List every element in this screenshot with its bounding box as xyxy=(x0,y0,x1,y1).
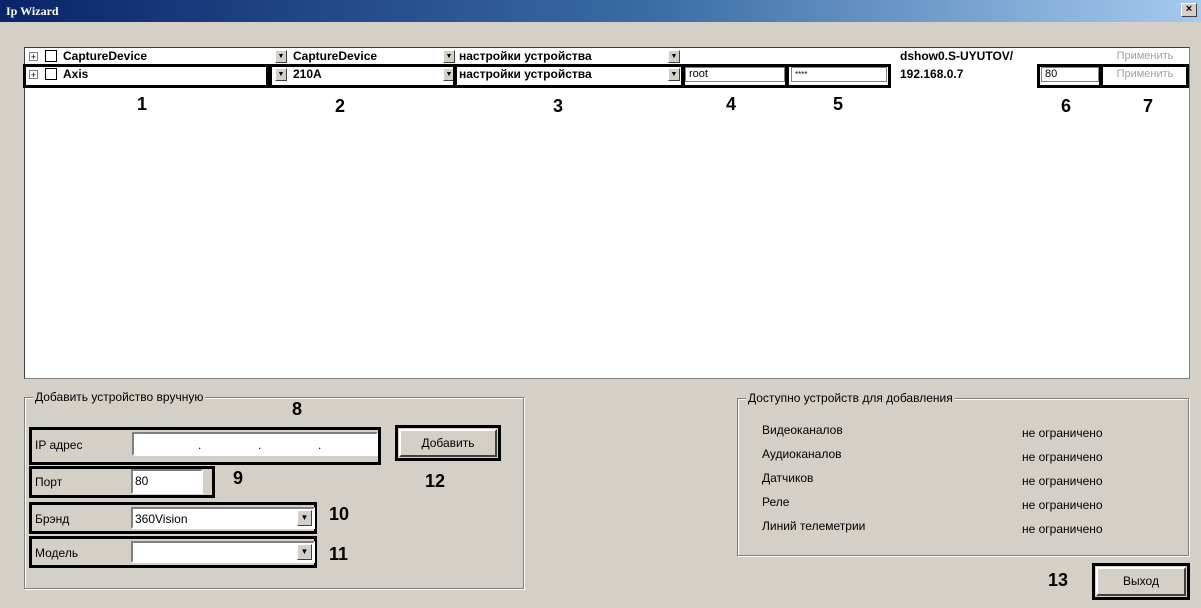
brand-select[interactable]: 360Vision ▼ xyxy=(131,507,315,529)
title-bar: Ip Wizard × xyxy=(0,0,1201,22)
ip-label: IP адрес xyxy=(35,438,83,452)
dropdown-arrow-icon[interactable]: ▼ xyxy=(668,50,680,63)
marker-8: 8 xyxy=(292,399,303,419)
dropdown-arrow-icon[interactable]: ▼ xyxy=(275,50,287,63)
highlight-password xyxy=(785,64,891,88)
marker-6: 6 xyxy=(1061,96,1072,116)
table-row[interactable]: + CaptureDevice ▼ CaptureDevice ▼ настро… xyxy=(25,48,1189,65)
marker-4: 4 xyxy=(726,94,737,114)
device-model[interactable]: CaptureDevice xyxy=(293,48,377,65)
marker-2: 2 xyxy=(335,96,346,116)
marker-12: 12 xyxy=(425,471,446,491)
password-field[interactable] xyxy=(791,49,889,64)
sensors-label: Датчиков xyxy=(762,471,814,485)
exit-button[interactable]: Выход xyxy=(1096,567,1186,596)
add-button[interactable]: Добавить xyxy=(399,429,497,457)
port-label: Порт xyxy=(35,475,63,489)
marker-7: 7 xyxy=(1143,96,1154,116)
device-name: CaptureDevice xyxy=(63,49,148,63)
marker-11: 11 xyxy=(329,544,349,564)
dropdown-arrow-icon[interactable]: ▼ xyxy=(443,50,455,63)
device-address: dshow0.S-UYUTOV/ xyxy=(900,49,1014,63)
window-title: Ip Wizard xyxy=(6,4,59,18)
relay-value: не ограничено xyxy=(1022,498,1103,512)
port-field[interactable] xyxy=(1041,49,1099,64)
highlight-device xyxy=(23,64,269,88)
device-address: 192.168.0.7 xyxy=(900,67,964,81)
device-grid: + CaptureDevice ▼ CaptureDevice ▼ настро… xyxy=(23,47,1190,379)
close-icon[interactable]: × xyxy=(1181,3,1197,17)
dropdown-arrow-icon[interactable]: ▼ xyxy=(297,544,312,560)
video-label: Видеоканалов xyxy=(762,423,843,437)
highlight-model xyxy=(269,64,457,88)
marker-5: 5 xyxy=(833,94,844,114)
marker-3: 3 xyxy=(553,96,564,116)
available-title: Доступно устройств для добавления xyxy=(746,391,955,405)
highlight-port xyxy=(1037,64,1103,88)
audio-label: Аудиоканалов xyxy=(762,447,842,461)
row-checkbox[interactable] xyxy=(45,50,57,62)
model-select[interactable]: ▼ xyxy=(131,541,315,563)
telemetry-label: Линий телеметрии xyxy=(762,519,866,533)
brand-label: Брэнд xyxy=(35,512,70,526)
marker-1: 1 xyxy=(137,94,148,114)
manual-add-group: Добавить устройство вручную 8 IP адрес .… xyxy=(24,390,524,589)
video-value: не ограничено xyxy=(1022,426,1103,440)
port-input[interactable]: 80 xyxy=(131,469,203,494)
model-label: Модель xyxy=(35,546,79,560)
highlight-login xyxy=(681,64,789,88)
manual-add-title: Добавить устройство вручную xyxy=(33,390,206,404)
device-settings[interactable]: настройки устройства xyxy=(459,48,592,65)
dropdown-arrow-icon[interactable]: ▼ xyxy=(297,510,312,526)
ip-address-field[interactable]: . . . xyxy=(132,432,378,456)
highlight-apply xyxy=(1099,64,1189,88)
marker-13: 13 xyxy=(1048,570,1069,590)
audio-value: не ограничено xyxy=(1022,450,1103,464)
available-devices-group: Доступно устройств для добавления Видеок… xyxy=(737,391,1189,556)
telemetry-value: не ограничено xyxy=(1022,522,1103,536)
login-field[interactable] xyxy=(685,49,789,64)
relay-label: Реле xyxy=(762,495,790,509)
highlight-settings xyxy=(453,64,685,88)
apply-button[interactable]: Применить xyxy=(1103,48,1187,65)
marker-10: 10 xyxy=(329,504,350,524)
brand-value: 360Vision xyxy=(135,512,188,526)
marker-9: 9 xyxy=(233,468,244,488)
sensors-value: не ограничено xyxy=(1022,474,1103,488)
expand-plus-icon[interactable]: + xyxy=(29,52,38,62)
